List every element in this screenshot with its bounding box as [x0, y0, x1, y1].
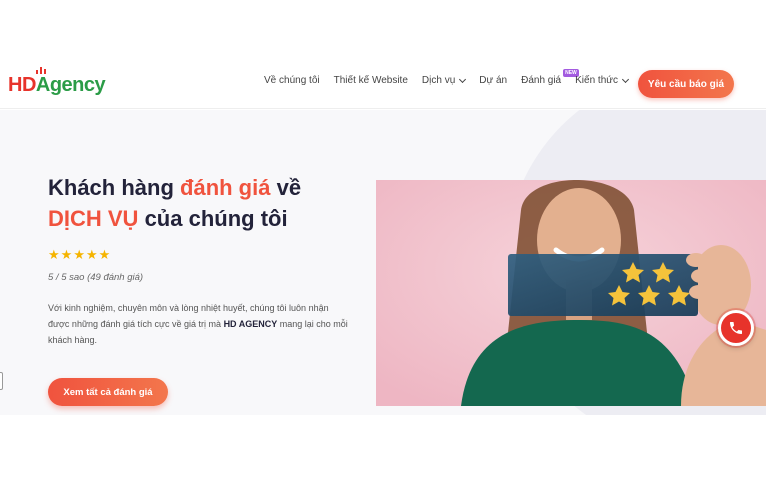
hero-title: Khách hàng đánh giá về DỊCH VỤ của chúng… — [48, 172, 348, 234]
nav-item-label: Về chúng tôi — [264, 75, 320, 86]
nav-item-web-design[interactable]: Thiết kế Website — [334, 75, 408, 86]
logo-hd-text: HD — [8, 74, 36, 96]
hero-description: Với kinh nghiệm, chuyên môn và lòng nhiệ… — [48, 300, 348, 348]
request-quote-button[interactable]: Yêu cầu báo giá — [638, 70, 734, 98]
title-text: của chúng tôi — [138, 206, 288, 231]
nav-item-reviews[interactable]: Đánh giá NEW — [521, 69, 579, 86]
call-button[interactable] — [718, 310, 754, 346]
nav-item-label: Kiến thức — [575, 75, 618, 86]
nav-item-label: Đánh giá — [521, 75, 562, 86]
star-icon: ★ — [98, 247, 111, 262]
nav-item-knowledge[interactable]: Kiến thức — [575, 75, 629, 86]
logo-bars-icon — [36, 67, 46, 74]
star-icon: ★ — [48, 247, 60, 262]
nav-item-label: Dự án — [479, 75, 508, 86]
nav-item-services[interactable]: Dịch vụ — [421, 75, 467, 86]
nav-item-about[interactable]: Về chúng tôi — [264, 75, 320, 86]
rating-summary: 5 / 5 sao (49 đánh giá) — [48, 272, 144, 283]
nav-item-label: Thiết kế Website — [333, 75, 408, 86]
title-accent: đánh giá — [180, 175, 271, 200]
view-all-reviews-button[interactable]: Xem tất cả đánh giá — [48, 378, 168, 406]
side-tab-handle[interactable] — [0, 372, 3, 390]
chevron-down-icon — [621, 75, 629, 83]
page: HD Agency Về chúng tôi Thiết kế Website … — [0, 0, 768, 480]
site-header: HD Agency Về chúng tôi Thiết kế Website … — [0, 57, 766, 109]
hero-image — [376, 180, 766, 406]
star-icon: ★ — [85, 247, 98, 262]
rating-stars: ★ ★ ★ ★ ★ — [48, 248, 110, 261]
main-nav: Về chúng tôi Thiết kế Website Dịch vụ Dự… — [264, 69, 642, 86]
hero-section: Khách hàng đánh giá về DỊCH VỤ của chúng… — [0, 110, 766, 415]
title-text: Khách hàng — [48, 175, 181, 200]
title-text: về — [270, 175, 302, 200]
title-accent: DỊCH VỤ — [48, 206, 139, 231]
star-icon: ★ — [60, 247, 73, 262]
logo[interactable]: HD Agency — [8, 67, 106, 97]
star-icon: ★ — [73, 247, 85, 262]
nav-item-projects[interactable]: Dự án — [479, 75, 507, 86]
nav-item-label: Dịch vụ — [421, 75, 456, 86]
brand-name: HD AGENCY — [223, 319, 278, 329]
logo-agency-text: Agency — [35, 74, 106, 96]
phone-icon — [730, 322, 742, 334]
chevron-down-icon — [459, 75, 467, 83]
hero-image-illustration — [376, 180, 766, 406]
